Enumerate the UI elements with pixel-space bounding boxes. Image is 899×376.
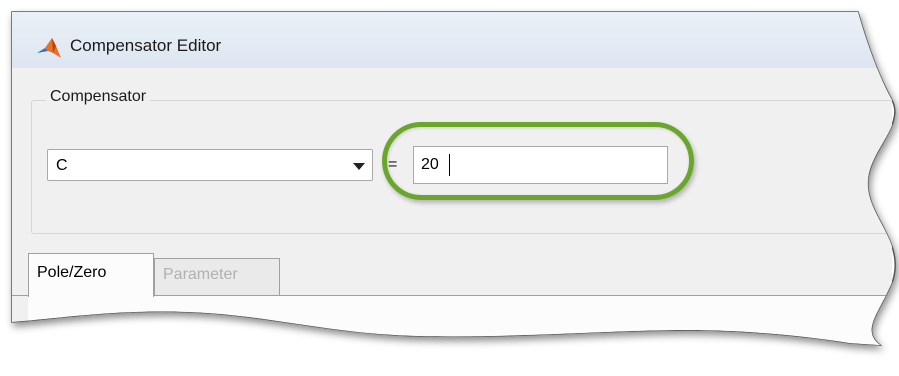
- compensator-group-label: Compensator: [46, 88, 150, 106]
- value-highlight-ellipse: [382, 122, 694, 200]
- dropdown-arrow-icon[interactable]: [349, 153, 369, 177]
- tab-parameter[interactable]: Parameter: [154, 258, 280, 296]
- tab-pole-zero[interactable]: Pole/Zero: [28, 253, 154, 297]
- window-title: Compensator Editor: [70, 36, 222, 55]
- matlab-logo-icon: [36, 36, 62, 62]
- compensator-selector-value: C: [56, 157, 68, 174]
- compensator-selector[interactable]: C: [47, 149, 373, 181]
- tab-pole-zero-label: Pole/Zero: [37, 264, 107, 281]
- tab-parameter-label: Parameter: [163, 266, 238, 283]
